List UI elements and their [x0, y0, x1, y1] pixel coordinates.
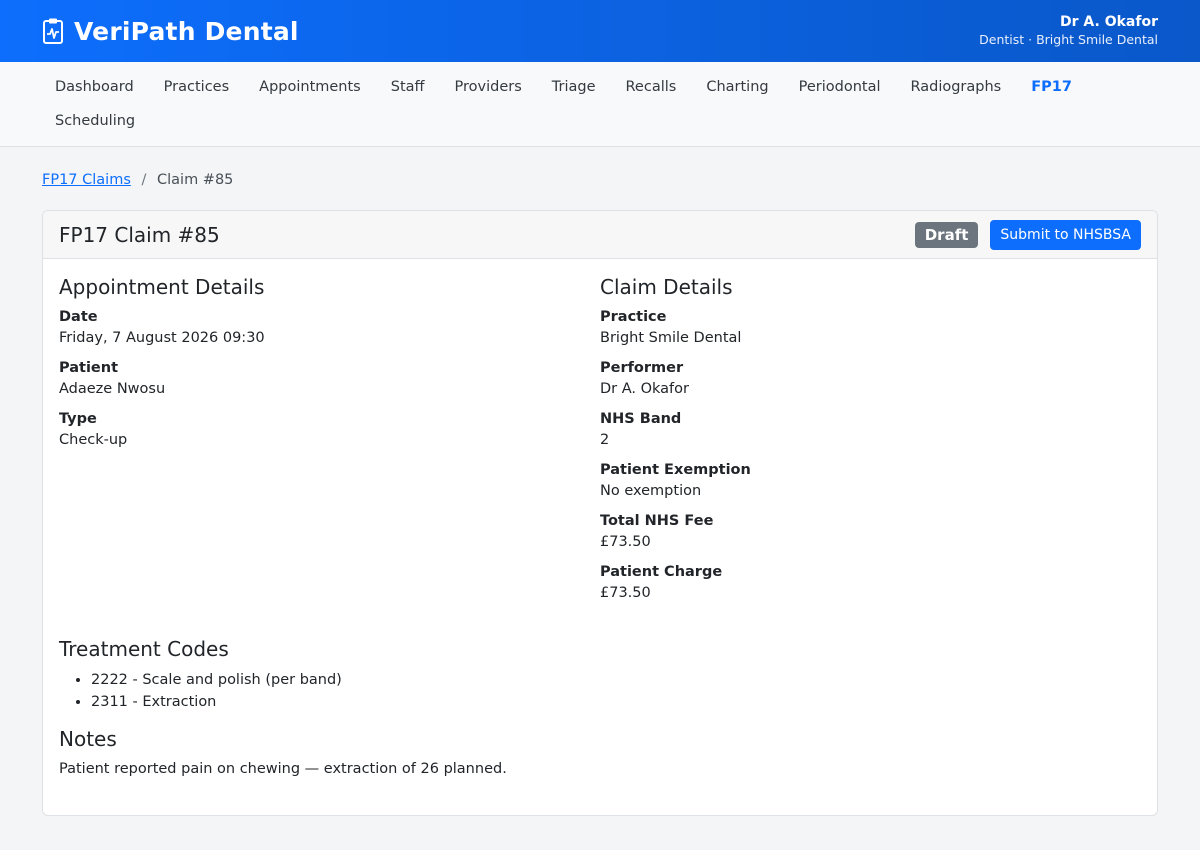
field-patient: Patient Adaeze Nwosu [59, 358, 600, 400]
field-value: 2 [600, 432, 610, 448]
claim-card-body: Appointment Details Date Friday, 7 August… [43, 259, 1157, 796]
claim-card: FP17 Claim #85 Draft Submit to NHSBSA Ap… [42, 210, 1158, 816]
nav-item-providers[interactable]: Providers [440, 70, 537, 104]
treatment-codes-heading: Treatment Codes [59, 637, 229, 661]
main-nav: Dashboard Practices Appointments Staff Provi… [0, 62, 1200, 147]
field-value: Adaeze Nwosu [59, 381, 166, 397]
field-label: Patient [59, 360, 119, 376]
user-info[interactable]: Dr A. Okafor Dentist · Bright Smile Dent… [979, 13, 1158, 49]
field-value: No exemption [600, 483, 702, 499]
nav-item-periodontal[interactable]: Periodontal [784, 70, 896, 104]
field-label: Practice [600, 309, 667, 325]
field-type: Type Check-up [59, 409, 600, 451]
nav-item-fp17[interactable]: FP17 [1016, 70, 1087, 104]
nav-item-practices[interactable]: Practices [149, 70, 244, 104]
field-practice: Practice Bright Smile Dental [600, 307, 1141, 349]
main-content: FP17 Claims / Claim #85 FP17 Claim #85 D… [0, 147, 1200, 816]
breadcrumb-link-fp17-claims[interactable]: FP17 Claims [42, 172, 131, 188]
field-label: Patient Exemption [600, 462, 751, 478]
field-label: Patient Charge [600, 564, 723, 580]
field-value: £73.50 [600, 534, 651, 550]
breadcrumb-current: Claim #85 [157, 172, 234, 188]
nav-item-charting[interactable]: Charting [691, 70, 783, 104]
nav-item-dashboard[interactable]: Dashboard [40, 70, 149, 104]
field-label: Date [59, 309, 98, 325]
field-value: Check-up [59, 432, 128, 448]
field-label: Performer [600, 360, 684, 376]
field-label: Type [59, 411, 97, 427]
claim-card-header: FP17 Claim #85 Draft Submit to NHSBSA [43, 211, 1157, 259]
field-nhs-band: NHS Band 2 [600, 409, 1141, 451]
header-actions: Draft Submit to NHSBSA [914, 219, 1141, 250]
brand[interactable]: VeriPath Dental [42, 17, 299, 46]
field-value: Dr A. Okafor [600, 381, 689, 397]
field-value: Bright Smile Dental [600, 330, 742, 346]
breadcrumb: FP17 Claims / Claim #85 [42, 172, 1158, 190]
field-performer: Performer Dr A. Okafor [600, 358, 1141, 400]
claim-details-heading: Claim Details [600, 275, 733, 299]
field-value: £73.50 [600, 585, 651, 601]
nav-item-triage[interactable]: Triage [537, 70, 611, 104]
nav-item-staff[interactable]: Staff [376, 70, 440, 104]
field-label: Total NHS Fee [600, 513, 714, 529]
nav-item-radiographs[interactable]: Radiographs [895, 70, 1016, 104]
brand-name: VeriPath Dental [74, 16, 299, 46]
claim-fields: Practice Bright Smile Dental Performer Dr A… [600, 307, 1141, 604]
user-role: Dentist · Bright Smile Dental [979, 32, 1158, 47]
appointment-details-heading: Appointment Details [59, 275, 265, 299]
treatment-codes-section: Treatment Codes 2222 - Scale and polish … [59, 637, 1141, 780]
top-bar: VeriPath Dental Dr A. Okafor Dentist · B… [0, 0, 1200, 62]
page-title: FP17 Claim #85 [59, 222, 220, 247]
nav-item-scheduling[interactable]: Scheduling [40, 104, 150, 138]
field-patient-exemption: Patient Exemption No exemption [600, 460, 1141, 502]
appointment-fields: Date Friday, 7 August 2026 09:30 Patient Ad… [59, 307, 600, 451]
list-item: 2311 - Extraction [91, 691, 1141, 713]
nav-item-appointments[interactable]: Appointments [244, 70, 376, 104]
notes-heading: Notes [59, 727, 117, 751]
notes-text: Patient reported pain on chewing — extra… [59, 761, 507, 777]
clipboard-pulse-icon [42, 17, 64, 45]
nav-item-recalls[interactable]: Recalls [611, 70, 692, 104]
details-columns: Appointment Details Date Friday, 7 August… [59, 275, 1141, 613]
claim-details: Claim Details Practice Bright Smile Denta… [600, 275, 1141, 613]
list-item: 2222 - Scale and polish (per band) [91, 669, 1141, 691]
submit-to-nhsbsa-button[interactable]: Submit to NHSBSA [990, 219, 1141, 250]
status-badge: Draft [914, 221, 979, 248]
field-patient-charge: Patient Charge £73.50 [600, 562, 1141, 604]
field-total-nhs-fee: Total NHS Fee £73.50 [600, 511, 1141, 553]
treatment-codes-list: 2222 - Scale and polish (per band)2311 -… [91, 669, 1141, 713]
field-label: NHS Band [600, 411, 682, 427]
nav-list: Dashboard Practices Appointments Staff Provi… [40, 70, 1120, 138]
field-value: Friday, 7 August 2026 09:30 [59, 330, 265, 346]
breadcrumb-separator: / [141, 172, 147, 188]
user-name: Dr A. Okafor [1060, 14, 1158, 31]
appointment-details: Appointment Details Date Friday, 7 August… [59, 275, 600, 613]
field-date: Date Friday, 7 August 2026 09:30 [59, 307, 600, 349]
